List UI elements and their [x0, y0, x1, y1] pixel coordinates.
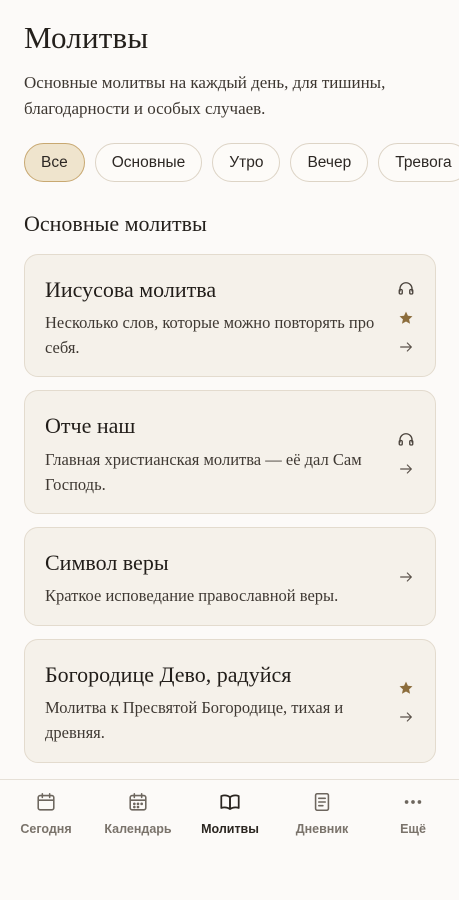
tab-label: Календарь	[104, 822, 172, 836]
filter-chip-anxiety[interactable]: Тревога	[378, 143, 459, 182]
filter-chips: Все Основные Утро Вечер Тревога	[24, 143, 459, 183]
prayer-description: Молитва к Пресвятой Богородице, тихая и …	[45, 698, 344, 742]
prayer-card-jesus-prayer[interactable]: Иисусова молитва Несколько слов, которые…	[24, 254, 436, 377]
arrow-right-icon[interactable]	[397, 708, 415, 726]
filter-chip-all[interactable]: Все	[24, 143, 85, 182]
headphones-icon[interactable]	[397, 279, 415, 297]
arrow-right-icon[interactable]	[397, 460, 415, 478]
prayer-card-creed[interactable]: Символ веры Краткое исповедание правосла…	[24, 527, 436, 626]
journal-icon	[276, 790, 368, 814]
prayer-description: Главная христианская молитва — её дал Са…	[45, 450, 362, 494]
tab-label: Молитвы	[201, 822, 259, 836]
filter-chip-evening[interactable]: Вечер	[290, 143, 369, 182]
arrow-right-icon[interactable]	[397, 338, 415, 356]
prayer-title: Отче наш	[45, 413, 136, 438]
page-title: Молитвы	[24, 20, 149, 55]
page-subtitle: Основные молитвы на каждый день, для тиш…	[24, 73, 386, 118]
tab-label: Сегодня	[20, 822, 72, 836]
calendar-day-icon	[0, 790, 92, 814]
star-icon[interactable]	[397, 679, 415, 697]
prayer-title: Богородице Дево, радуйся	[45, 662, 292, 687]
calendar-icon	[92, 790, 184, 814]
filter-chip-main[interactable]: Основные	[94, 143, 203, 182]
prayer-description: Краткое исповедание православной веры.	[45, 586, 339, 605]
tab-label: Ещё	[400, 822, 426, 836]
headphones-icon[interactable]	[397, 430, 415, 448]
tab-label: Дневник	[295, 822, 349, 836]
book-open-icon	[184, 790, 276, 814]
tab-more[interactable]: Ещё	[367, 790, 459, 836]
tab-bar: Сегодня Календарь Молитвы Дневник Ещё	[0, 780, 459, 900]
tab-prayers[interactable]: Молитвы	[184, 790, 276, 836]
tab-calendar[interactable]: Календарь	[92, 790, 184, 836]
tab-journal[interactable]: Дневник	[276, 790, 368, 836]
prayer-card-theotokos[interactable]: Богородице Дево, радуйся Молитва к Пресв…	[24, 639, 436, 763]
more-icon	[367, 790, 459, 814]
star-icon[interactable]	[397, 309, 415, 327]
section-title: Основные молитвы	[24, 211, 207, 236]
prayer-title: Символ веры	[45, 550, 169, 575]
prayer-description: Несколько слов, которые можно повторять …	[45, 313, 375, 357]
tab-today[interactable]: Сегодня	[0, 790, 92, 836]
prayer-card-our-father[interactable]: Отче наш Главная христианская молитва — …	[24, 390, 436, 514]
filter-chip-morning[interactable]: Утро	[212, 143, 281, 182]
prayer-title: Иисусова молитва	[45, 277, 217, 302]
arrow-right-icon[interactable]	[397, 568, 415, 586]
